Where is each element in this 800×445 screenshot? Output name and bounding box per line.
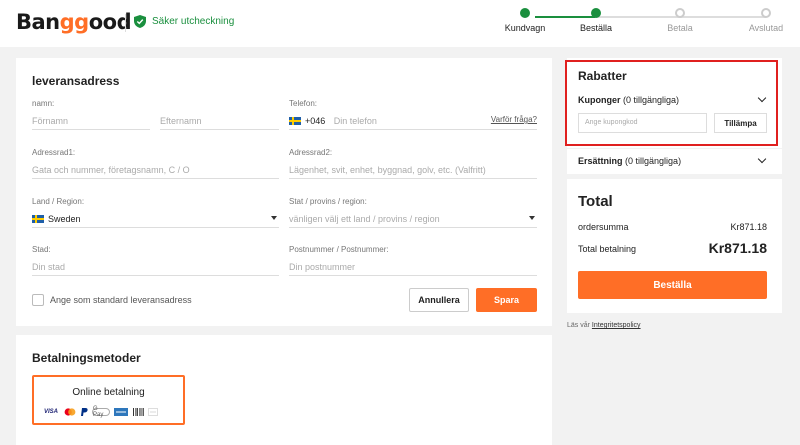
total-payment-value: Kr871.18: [708, 240, 767, 256]
banggood-logo[interactable]: Banggood: [16, 10, 132, 34]
place-order-button[interactable]: Beställa: [578, 271, 767, 299]
why-ask-link[interactable]: Varför fråga?: [491, 115, 537, 124]
mastercard-icon: [64, 408, 76, 416]
order-total-panel: Total ordersumma Kr871.18 Total betalnin…: [567, 179, 782, 313]
state-select[interactable]: vänligen välj ett land / provins / regio…: [289, 212, 537, 228]
discounts-highlight-box: [565, 60, 778, 146]
payment-icons: VISA G Pay: [42, 406, 158, 418]
online-payment-option[interactable]: Online betalning VISA G Pay: [32, 375, 185, 425]
last-name-input[interactable]: Efternamn: [160, 114, 279, 130]
total-title: Total: [578, 193, 613, 210]
postal-label: Postnummer / Postnummer:: [289, 245, 389, 254]
payment-methods-panel: Betalningsmetoder Online betalning VISA …: [16, 335, 552, 445]
address1-input[interactable]: Gata och nummer, företagsnamn, C / O: [32, 163, 279, 179]
barcode-icon: [132, 408, 144, 416]
sweden-flag-icon: [32, 215, 44, 223]
save-button[interactable]: Spara: [476, 288, 537, 312]
privacy-note: Läs vår Integritetspolicy: [567, 322, 641, 329]
city-label: Stad:: [32, 245, 51, 254]
header-divider: [125, 14, 126, 32]
online-payment-label: Online betalning: [72, 387, 145, 398]
secure-checkout: Säker utcheckning: [134, 15, 234, 28]
step-dot: [675, 8, 685, 18]
step-avslutad: Avslutad: [731, 8, 800, 33]
phone-label: Telefon:: [289, 99, 318, 108]
caret-down-icon: [271, 216, 277, 220]
more-icon: [148, 408, 158, 416]
address2-label: Adressrad2:: [289, 148, 333, 157]
postal-input[interactable]: Din postnummer: [289, 260, 537, 276]
country-select[interactable]: Sweden: [32, 212, 279, 228]
name-label: namn:: [32, 99, 55, 108]
secure-checkout-label: Säker utcheckning: [152, 16, 235, 27]
default-address-checkbox[interactable]: [32, 294, 44, 306]
total-payment-label: Total betalning: [578, 244, 637, 254]
amex-icon: [114, 408, 128, 416]
step-dot: [591, 8, 601, 18]
phone-code[interactable]: +046: [305, 116, 325, 126]
default-address-label: Ange som standard leveransadress: [50, 295, 192, 305]
state-placeholder: vänligen välj ett land / provins / regio…: [289, 214, 440, 224]
cancel-button[interactable]: Annullera: [409, 288, 469, 312]
country-label: Land / Region:: [32, 197, 85, 206]
address1-label: Adressrad1:: [32, 148, 76, 157]
caret-down-icon: [529, 216, 535, 220]
sweden-flag-icon: [289, 117, 301, 125]
privacy-policy-link[interactable]: Integritetspolicy: [592, 322, 641, 329]
step-betala: Betala: [645, 8, 715, 33]
address2-input[interactable]: Lägenhet, svit, enhet, byggnad, golv, et…: [289, 163, 537, 179]
shipping-address-title: leveransadress: [32, 74, 120, 88]
checkout-progress: Kundvagn Beställa Betala Avslutad: [500, 8, 790, 38]
gpay-icon: G Pay: [92, 406, 110, 418]
shipping-address-panel: leveransadress namn: Förnamn Efternamn T…: [16, 58, 552, 326]
compensation-label: Ersättning (0 tillgängliga): [578, 156, 682, 166]
payment-methods-title: Betalningsmetoder: [32, 351, 141, 365]
phone-input[interactable]: Din telefon: [334, 116, 377, 126]
first-name-input[interactable]: Förnamn: [32, 114, 150, 130]
shield-check-icon: [134, 15, 146, 28]
compensation-panel[interactable]: Ersättning (0 tillgängliga): [567, 149, 782, 174]
state-label: Stat / provins / region:: [289, 197, 367, 206]
subtotal-label: ordersumma: [578, 222, 629, 232]
visa-icon: VISA: [43, 409, 58, 415]
country-value: Sweden: [48, 214, 81, 224]
subtotal-value: Kr871.18: [730, 222, 767, 232]
step-kundvagn: Kundvagn: [490, 8, 560, 33]
page-header: Banggood Säker utcheckning Kundvagn Best…: [0, 0, 800, 47]
paypal-icon: [80, 408, 88, 416]
phone-field[interactable]: +046 Din telefon Varför fråga?: [289, 114, 537, 130]
city-input[interactable]: Din stad: [32, 260, 279, 276]
step-bestalla: Beställa: [561, 8, 631, 33]
chevron-down-icon[interactable]: [757, 154, 767, 164]
step-dot: [761, 8, 771, 18]
step-dot: [520, 8, 530, 18]
